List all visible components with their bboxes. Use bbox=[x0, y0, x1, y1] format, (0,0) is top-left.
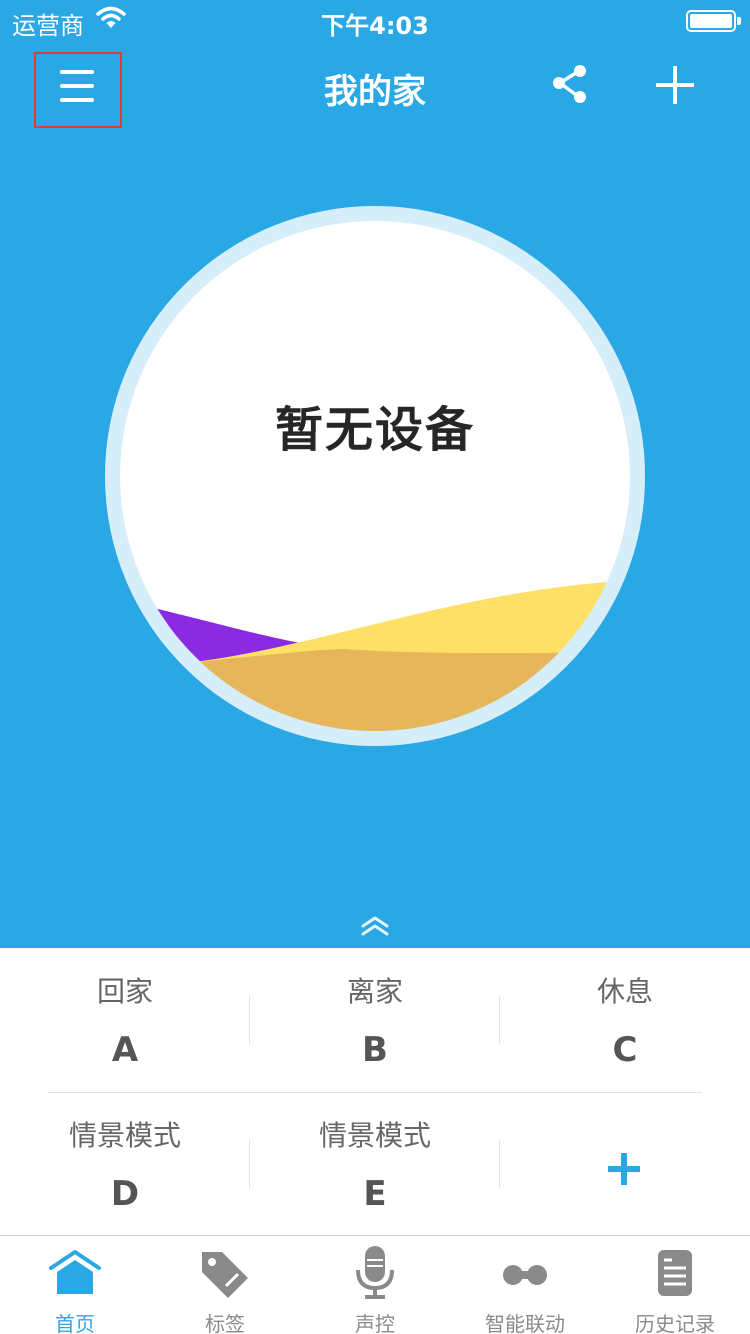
add-device-icon[interactable] bbox=[650, 60, 700, 110]
tab-smart-link[interactable]: 智能联动 bbox=[450, 1236, 600, 1334]
status-time: 下午4:03 bbox=[321, 12, 429, 40]
tab-label: 智能联动 bbox=[485, 1312, 565, 1334]
home-icon bbox=[49, 1250, 101, 1294]
scene-name: 情景模式 bbox=[318, 1119, 431, 1152]
scene-item-e[interactable]: 情景模式 E bbox=[250, 1119, 500, 1215]
device-status-circle bbox=[105, 206, 645, 746]
scene-name: 休息 bbox=[596, 975, 653, 1008]
scene-letter: C bbox=[612, 1030, 638, 1070]
scene-name: 情景模式 bbox=[68, 1119, 181, 1152]
divider bbox=[249, 996, 250, 1044]
history-icon bbox=[658, 1250, 692, 1296]
tag-icon bbox=[202, 1252, 248, 1298]
divider bbox=[48, 1092, 702, 1093]
share-icon[interactable] bbox=[548, 62, 594, 108]
scene-item-d[interactable]: 情景模式 D bbox=[0, 1119, 250, 1215]
scene-item-a[interactable]: 回家 A bbox=[0, 975, 250, 1071]
empty-device-message: 暂无设备 bbox=[274, 402, 475, 458]
scene-letter: A bbox=[111, 1030, 139, 1070]
tab-label: 标签 bbox=[205, 1312, 245, 1334]
scene-panel: 回家 A 离家 B 休息 C 情景模式 D 情景模式 E bbox=[0, 948, 750, 1236]
divider bbox=[499, 996, 500, 1044]
add-scene-button[interactable] bbox=[500, 1126, 750, 1216]
divider bbox=[249, 1140, 250, 1188]
battery-icon bbox=[686, 10, 741, 32]
tab-label: 声控 bbox=[355, 1312, 395, 1334]
scene-letter: E bbox=[363, 1174, 387, 1214]
tab-voice[interactable]: 声控 bbox=[300, 1236, 450, 1334]
tab-tags[interactable]: 标签 bbox=[150, 1236, 300, 1334]
scene-item-c[interactable]: 休息 C bbox=[500, 975, 750, 1071]
microphone-icon bbox=[356, 1246, 394, 1299]
scene-letter: D bbox=[110, 1174, 140, 1214]
link-icon bbox=[503, 1265, 547, 1285]
tab-home[interactable]: 首页 bbox=[0, 1236, 150, 1334]
nav-bar: 我的家 bbox=[0, 40, 750, 130]
menu-button[interactable] bbox=[34, 52, 122, 128]
tab-label: 首页 bbox=[55, 1312, 95, 1334]
scene-name: 回家 bbox=[96, 975, 153, 1008]
scene-name: 离家 bbox=[346, 975, 403, 1008]
chevron-up-icon[interactable] bbox=[355, 912, 395, 942]
scene-item-b[interactable]: 离家 B bbox=[250, 975, 500, 1071]
tab-bar: 首页 标签 声控 智能联动 历史记录 bbox=[0, 1235, 750, 1334]
menu-icon bbox=[60, 70, 94, 74]
scene-letter: B bbox=[362, 1030, 388, 1070]
tab-history[interactable]: 历史记录 bbox=[600, 1236, 750, 1334]
status-bar: 运营商 下午4:03 bbox=[0, 0, 750, 40]
top-area: 运营商 下午4:03 我的家 暂无设备 bbox=[0, 0, 750, 948]
tab-label: 历史记录 bbox=[635, 1312, 715, 1334]
